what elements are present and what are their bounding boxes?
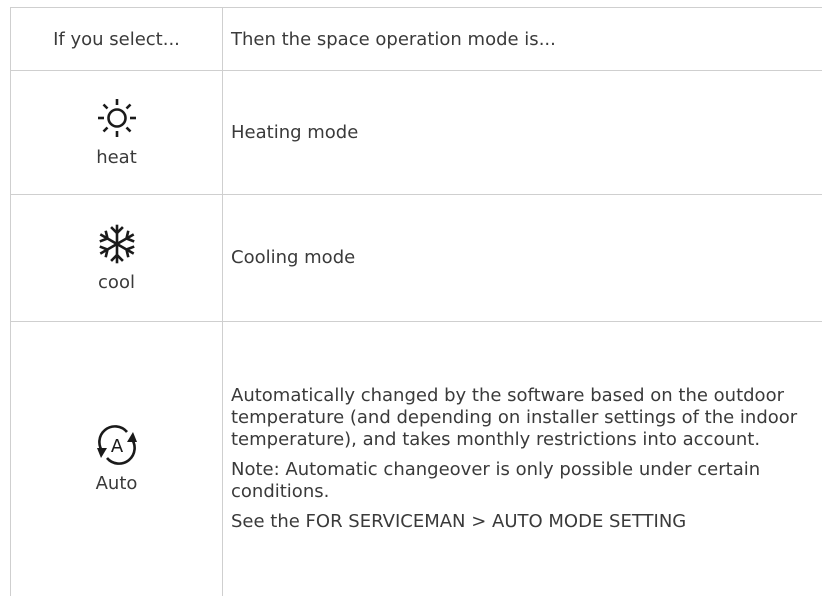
- auto-mode-reference: See the FOR SERVICEMAN > AUTO MODE SETTI…: [231, 511, 687, 532]
- auto-mode-description: Automatically changed by the software ba…: [231, 385, 798, 450]
- header-mode-label: Then the space operation mode is...: [231, 28, 556, 50]
- auto-label: Auto: [95, 472, 138, 494]
- cool-mode-description: Cooling mode: [231, 247, 356, 268]
- cool-selection-cell: cool: [10, 195, 223, 321]
- operation-mode-table: If you select... Then the space operatio…: [10, 7, 822, 596]
- header-select-label: If you select...: [53, 28, 180, 50]
- table-row-heat: heat Heating mode: [10, 71, 822, 195]
- heat-selection-cell: heat: [10, 71, 223, 194]
- header-cell-select: If you select...: [10, 8, 223, 70]
- heat-mode-cell: Heating mode: [223, 71, 822, 194]
- auto-icon-letter: A: [110, 436, 123, 457]
- table-row-cool: cool Cooling mode: [10, 195, 822, 322]
- cool-mode-cell: Cooling mode: [223, 195, 822, 321]
- auto-selection-cell: A Auto: [10, 322, 223, 596]
- table-row-auto: A Auto Automatically changed by the soft…: [10, 322, 822, 596]
- table-header-row: If you select... Then the space operatio…: [10, 8, 822, 71]
- heat-label: heat: [96, 147, 137, 168]
- sun-icon: [97, 99, 136, 137]
- auto-mode-note: Note: Automatic changeover is only possi…: [231, 459, 761, 502]
- heat-mode-description: Heating mode: [231, 121, 359, 143]
- auto-cycle-icon: A: [96, 424, 137, 465]
- header-cell-mode: Then the space operation mode is...: [223, 8, 822, 70]
- snowflake-icon: [98, 224, 135, 263]
- auto-mode-cell: Automatically changed by the software ba…: [223, 322, 822, 596]
- cool-label: cool: [98, 271, 135, 293]
